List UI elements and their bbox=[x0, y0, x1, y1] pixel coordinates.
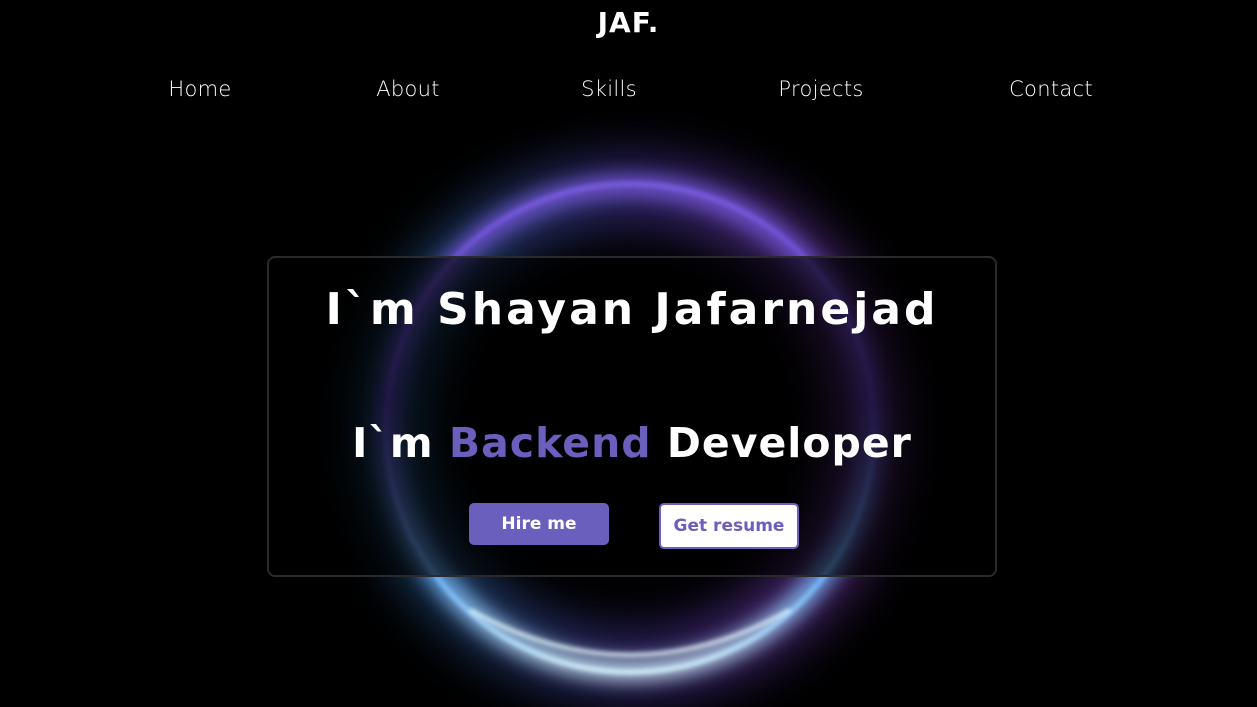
nav-item-about[interactable]: About bbox=[376, 72, 440, 106]
hero-card: I`m Shayan Jafarnejad I`m Backend Develo… bbox=[267, 256, 997, 577]
hire-me-button[interactable]: Hire me bbox=[469, 503, 609, 545]
main-nav: Home About Skills Projects Contact bbox=[0, 72, 1257, 106]
role-accent: Backend bbox=[448, 419, 652, 467]
nav-item-contact[interactable]: Contact bbox=[1009, 72, 1093, 106]
hero-role: I`m Backend Developer bbox=[269, 416, 995, 470]
nav-item-projects[interactable]: Projects bbox=[778, 72, 863, 106]
hero-title: I`m Shayan Jafarnejad bbox=[325, 284, 939, 335]
get-resume-button[interactable]: Get resume bbox=[659, 503, 799, 549]
role-prefix: I`m bbox=[352, 419, 434, 467]
role-suffix: Developer bbox=[666, 419, 912, 467]
nav-item-home[interactable]: Home bbox=[168, 72, 231, 106]
nav-item-skills[interactable]: Skills bbox=[581, 72, 637, 106]
page: JAF. Home About Skills Projects Contact … bbox=[0, 0, 1257, 707]
site-logo[interactable]: JAF. bbox=[0, 5, 1257, 41]
